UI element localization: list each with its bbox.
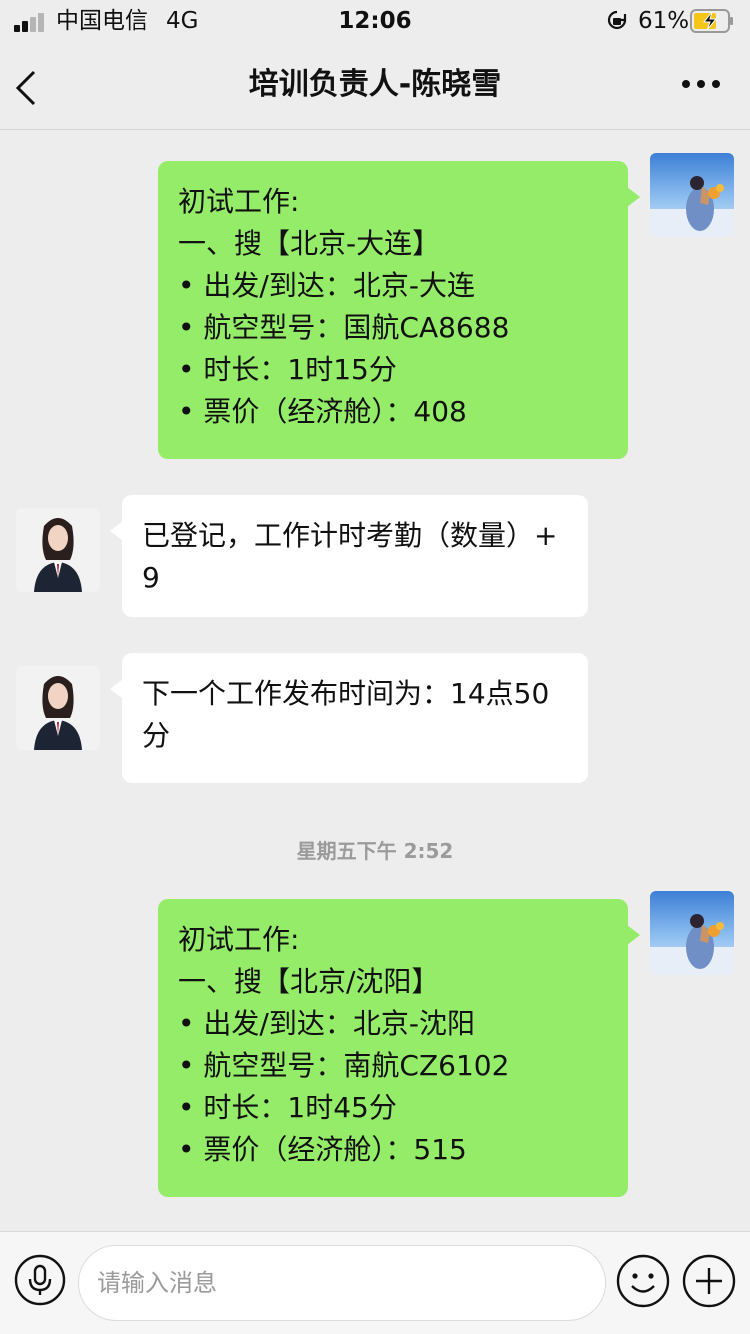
message-line: • 出发/到达：北京-大连: [178, 269, 475, 302]
battery-charging-icon: [690, 9, 733, 33]
contact-avatar[interactable]: [16, 508, 100, 592]
message-line: • 票价（经济舱）：515: [178, 1133, 467, 1166]
message-line: 初试工作:: [178, 923, 300, 956]
my-avatar[interactable]: [650, 891, 734, 975]
message-bubble-received[interactable]: 下一个工作发布时间为：14点50分: [110, 653, 588, 783]
my-avatar[interactable]: [650, 153, 734, 237]
message-line: • 航空型号：南航CZ6102: [178, 1049, 510, 1082]
message-input[interactable]: [78, 1245, 606, 1321]
message-line: • 时长：1时15分: [178, 353, 397, 386]
input-bar: [0, 1231, 750, 1334]
more-icon[interactable]: [680, 78, 722, 90]
message-text: 下一个工作发布时间为：14点50分: [142, 677, 550, 752]
message-line: 初试工作:: [178, 185, 300, 218]
voice-icon[interactable]: [14, 1254, 66, 1306]
message-bubble-received[interactable]: 已登记，工作计时考勤（数量）+9: [110, 495, 588, 617]
contact-avatar[interactable]: [16, 666, 100, 750]
lock-rotation-icon: [607, 10, 627, 30]
emoji-icon[interactable]: [616, 1254, 670, 1308]
message-line: 一、搜【北京/沈阳】: [178, 965, 440, 998]
message-text: 已登记，工作计时考勤（数量）+9: [142, 519, 558, 594]
chat-title: 培训负责人-陈晓雪: [248, 67, 502, 102]
message-bubble-sent[interactable]: 初试工作: 一、搜【北京-大连】 • 出发/到达：北京-大连 • 航空型号：国航…: [158, 161, 640, 459]
nav-bar: 培训负责人-陈晓雪: [0, 44, 750, 130]
message-bubble-sent[interactable]: 初试工作: 一、搜【北京/沈阳】 • 出发/到达：北京-沈阳 • 航空型号：南航…: [158, 899, 640, 1197]
message-line: • 航空型号：国航CA8688: [178, 311, 510, 344]
battery-percent: 61%: [638, 8, 690, 34]
message-timestamp: 星期五下午 2:52: [296, 839, 454, 863]
message-line: • 时长：1时45分: [178, 1091, 397, 1124]
message-line: • 出发/到达：北京-沈阳: [178, 1007, 475, 1040]
status-bar: 中国电信 4G 12:06 61%: [0, 0, 750, 44]
chat-area: 初试工作: 一、搜【北京-大连】 • 出发/到达：北京-大连 • 航空型号：国航…: [0, 131, 750, 1231]
plus-icon[interactable]: [682, 1254, 736, 1308]
message-line: • 票价（经济舱）：408: [178, 395, 467, 428]
message-line: 一、搜【北京-大连】: [178, 227, 441, 260]
